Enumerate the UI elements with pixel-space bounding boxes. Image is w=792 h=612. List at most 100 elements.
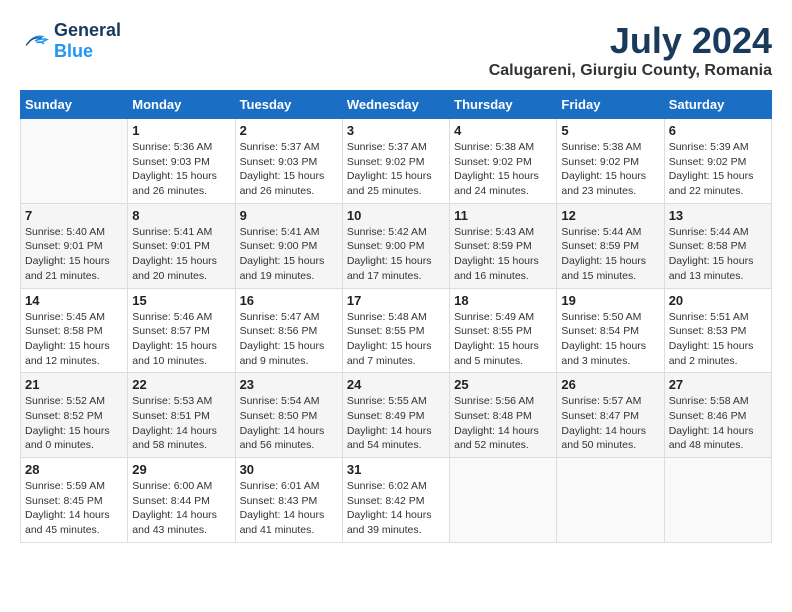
day-info: Sunrise: 5:53 AM Sunset: 8:51 PM Dayligh… — [132, 394, 230, 453]
calendar-cell: 4 Sunrise: 5:38 AM Sunset: 9:02 PM Daylig… — [450, 119, 557, 204]
calendar-cell: 1Sunrise: 5:36 AM Sunset: 9:03 PM Daylig… — [128, 119, 235, 204]
day-number: 2 — [240, 123, 338, 138]
day-number: 9 — [240, 208, 338, 223]
day-info: Sunrise: 5:37 AM Sunset: 9:03 PM Dayligh… — [240, 140, 338, 199]
day-number: 21 — [25, 377, 123, 392]
logo-icon — [20, 29, 50, 53]
day-info: Sunrise: 5:55 AM Sunset: 8:49 PM Dayligh… — [347, 394, 445, 453]
calendar-cell: 29 Sunrise: 6:00 AM Sunset: 8:44 PM Dayli… — [128, 458, 235, 543]
day-info: Sunrise: 5:44 AM Sunset: 8:59 PM Dayligh… — [561, 225, 659, 284]
calendar-cell: 13 Sunrise: 5:44 AM Sunset: 8:58 PM Dayli… — [664, 203, 771, 288]
calendar-cell: 31Sunrise: 6:02 AM Sunset: 8:42 PM Dayli… — [342, 458, 449, 543]
calendar-cell: 27 Sunrise: 5:58 AM Sunset: 8:46 PM Dayli… — [664, 373, 771, 458]
header-tuesday: Tuesday — [235, 91, 342, 119]
day-number: 8 — [132, 208, 230, 223]
calendar-cell: 30Sunrise: 6:01 AM Sunset: 8:43 PM Dayli… — [235, 458, 342, 543]
day-number: 13 — [669, 208, 767, 223]
day-number: 28 — [25, 462, 123, 477]
day-number: 15 — [132, 293, 230, 308]
day-number: 14 — [25, 293, 123, 308]
calendar-week-row: 1Sunrise: 5:36 AM Sunset: 9:03 PM Daylig… — [21, 119, 772, 204]
day-number: 27 — [669, 377, 767, 392]
calendar-cell: 20 Sunrise: 5:51 AM Sunset: 8:53 PM Dayli… — [664, 288, 771, 373]
calendar-week-row: 28 Sunrise: 5:59 AM Sunset: 8:45 PM Dayli… — [21, 458, 772, 543]
day-number: 24 — [347, 377, 445, 392]
calendar-cell: 5Sunrise: 5:38 AM Sunset: 9:02 PM Daylig… — [557, 119, 664, 204]
day-number: 20 — [669, 293, 767, 308]
header-monday: Monday — [128, 91, 235, 119]
calendar-cell — [557, 458, 664, 543]
day-info: Sunrise: 5:37 AM Sunset: 9:02 PM Dayligh… — [347, 140, 445, 199]
day-number: 7 — [25, 208, 123, 223]
day-info: Sunrise: 5:59 AM Sunset: 8:45 PM Dayligh… — [25, 479, 123, 538]
calendar-cell: 14 Sunrise: 5:45 AM Sunset: 8:58 PM Dayli… — [21, 288, 128, 373]
day-number: 6 — [669, 123, 767, 138]
day-number: 22 — [132, 377, 230, 392]
calendar-cell: 7 Sunrise: 5:40 AM Sunset: 9:01 PM Daylig… — [21, 203, 128, 288]
day-info: Sunrise: 5:50 AM Sunset: 8:54 PM Dayligh… — [561, 310, 659, 369]
logo: General Blue — [20, 20, 121, 62]
calendar-cell: 17 Sunrise: 5:48 AM Sunset: 8:55 PM Dayli… — [342, 288, 449, 373]
day-info: Sunrise: 5:44 AM Sunset: 8:58 PM Dayligh… — [669, 225, 767, 284]
calendar-cell — [664, 458, 771, 543]
page-header: General Blue July 2024 Calugareni, Giurg… — [20, 20, 772, 80]
calendar-week-row: 14 Sunrise: 5:45 AM Sunset: 8:58 PM Dayli… — [21, 288, 772, 373]
day-info: Sunrise: 5:43 AM Sunset: 8:59 PM Dayligh… — [454, 225, 552, 284]
day-number: 26 — [561, 377, 659, 392]
calendar-cell: 10Sunrise: 5:42 AM Sunset: 9:00 PM Dayli… — [342, 203, 449, 288]
day-number: 31 — [347, 462, 445, 477]
day-info: Sunrise: 5:39 AM Sunset: 9:02 PM Dayligh… — [669, 140, 767, 199]
calendar-cell: 24 Sunrise: 5:55 AM Sunset: 8:49 PM Dayli… — [342, 373, 449, 458]
day-number: 1 — [132, 123, 230, 138]
calendar-header-row: SundayMondayTuesdayWednesdayThursdayFrid… — [21, 91, 772, 119]
day-info: Sunrise: 5:48 AM Sunset: 8:55 PM Dayligh… — [347, 310, 445, 369]
day-info: Sunrise: 5:38 AM Sunset: 9:02 PM Dayligh… — [454, 140, 552, 199]
day-info: Sunrise: 5:52 AM Sunset: 8:52 PM Dayligh… — [25, 394, 123, 453]
day-number: 17 — [347, 293, 445, 308]
day-info: Sunrise: 5:58 AM Sunset: 8:46 PM Dayligh… — [669, 394, 767, 453]
location-subtitle: Calugareni, Giurgiu County, Romania — [489, 62, 772, 80]
day-info: Sunrise: 6:00 AM Sunset: 8:44 PM Dayligh… — [132, 479, 230, 538]
day-info: Sunrise: 5:45 AM Sunset: 8:58 PM Dayligh… — [25, 310, 123, 369]
calendar-cell: 16 Sunrise: 5:47 AM Sunset: 8:56 PM Dayli… — [235, 288, 342, 373]
header-thursday: Thursday — [450, 91, 557, 119]
calendar-cell: 26Sunrise: 5:57 AM Sunset: 8:47 PM Dayli… — [557, 373, 664, 458]
day-number: 3 — [347, 123, 445, 138]
header-friday: Friday — [557, 91, 664, 119]
calendar-week-row: 21 Sunrise: 5:52 AM Sunset: 8:52 PM Dayli… — [21, 373, 772, 458]
day-info: Sunrise: 5:41 AM Sunset: 9:00 PM Dayligh… — [240, 225, 338, 284]
calendar-cell — [21, 119, 128, 204]
calendar-cell: 3 Sunrise: 5:37 AM Sunset: 9:02 PM Daylig… — [342, 119, 449, 204]
day-info: Sunrise: 5:40 AM Sunset: 9:01 PM Dayligh… — [25, 225, 123, 284]
calendar-cell: 12Sunrise: 5:44 AM Sunset: 8:59 PM Dayli… — [557, 203, 664, 288]
calendar-cell: 18 Sunrise: 5:49 AM Sunset: 8:55 PM Dayli… — [450, 288, 557, 373]
calendar-table: SundayMondayTuesdayWednesdayThursdayFrid… — [20, 90, 772, 543]
calendar-cell: 23 Sunrise: 5:54 AM Sunset: 8:50 PM Dayli… — [235, 373, 342, 458]
calendar-cell: 8Sunrise: 5:41 AM Sunset: 9:01 PM Daylig… — [128, 203, 235, 288]
day-info: Sunrise: 5:49 AM Sunset: 8:55 PM Dayligh… — [454, 310, 552, 369]
day-info: Sunrise: 5:42 AM Sunset: 9:00 PM Dayligh… — [347, 225, 445, 284]
day-info: Sunrise: 5:46 AM Sunset: 8:57 PM Dayligh… — [132, 310, 230, 369]
day-info: Sunrise: 5:51 AM Sunset: 8:53 PM Dayligh… — [669, 310, 767, 369]
calendar-cell: 22 Sunrise: 5:53 AM Sunset: 8:51 PM Dayli… — [128, 373, 235, 458]
header-wednesday: Wednesday — [342, 91, 449, 119]
day-number: 18 — [454, 293, 552, 308]
calendar-cell: 9 Sunrise: 5:41 AM Sunset: 9:00 PM Daylig… — [235, 203, 342, 288]
day-number: 16 — [240, 293, 338, 308]
day-info: Sunrise: 5:38 AM Sunset: 9:02 PM Dayligh… — [561, 140, 659, 199]
calendar-week-row: 7 Sunrise: 5:40 AM Sunset: 9:01 PM Daylig… — [21, 203, 772, 288]
day-number: 4 — [454, 123, 552, 138]
calendar-cell: 25 Sunrise: 5:56 AM Sunset: 8:48 PM Dayli… — [450, 373, 557, 458]
day-info: Sunrise: 5:54 AM Sunset: 8:50 PM Dayligh… — [240, 394, 338, 453]
day-number: 25 — [454, 377, 552, 392]
calendar-cell: 11Sunrise: 5:43 AM Sunset: 8:59 PM Dayli… — [450, 203, 557, 288]
day-number: 30 — [240, 462, 338, 477]
day-number: 29 — [132, 462, 230, 477]
title-section: July 2024 Calugareni, Giurgiu County, Ro… — [489, 20, 772, 80]
day-number: 23 — [240, 377, 338, 392]
day-info: Sunrise: 5:47 AM Sunset: 8:56 PM Dayligh… — [240, 310, 338, 369]
logo-text: General Blue — [54, 20, 121, 62]
calendar-cell: 2 Sunrise: 5:37 AM Sunset: 9:03 PM Daylig… — [235, 119, 342, 204]
day-number: 19 — [561, 293, 659, 308]
day-info: Sunrise: 5:56 AM Sunset: 8:48 PM Dayligh… — [454, 394, 552, 453]
